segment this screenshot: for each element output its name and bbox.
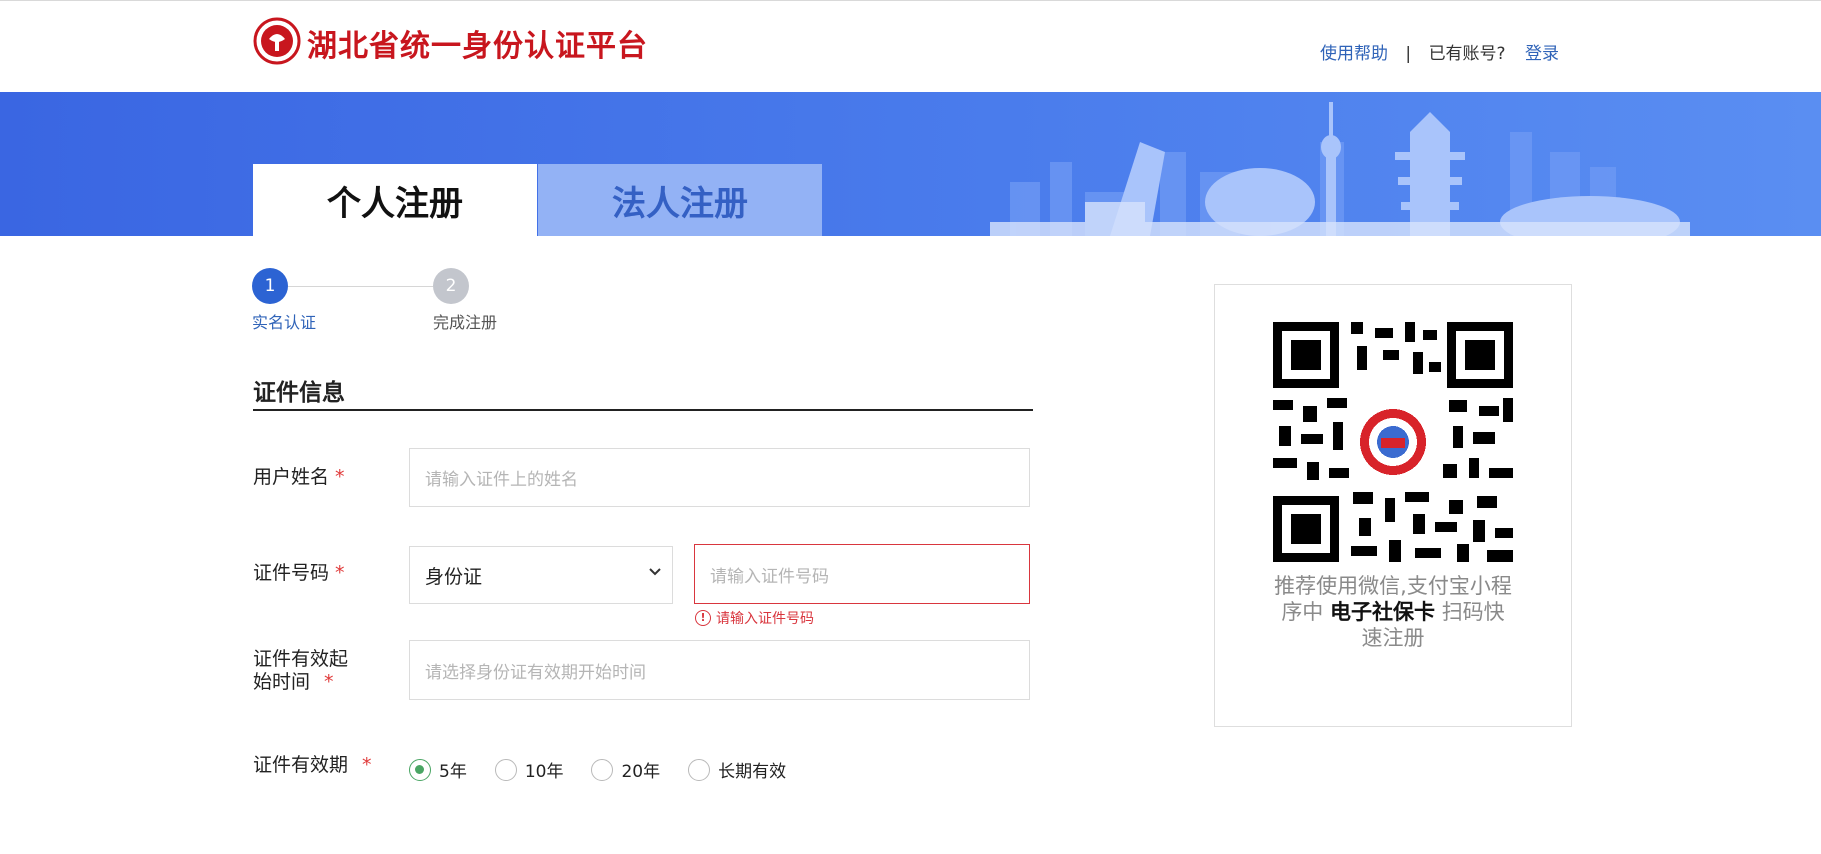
validity-option-5y[interactable]: 5年 <box>409 757 467 782</box>
document-type-select[interactable]: 身份证 <box>409 546 673 604</box>
valid-start-date-input[interactable]: 请选择身份证有效期开始时间 <box>409 640 1030 700</box>
id-number-label-text: 证件号码 <box>253 562 330 584</box>
validity-option-label: 长期有效 <box>718 762 787 782</box>
tab-personal-registration[interactable]: 个人注册 <box>253 164 537 236</box>
platform-title: 湖北省统一身份认证平台 <box>307 29 648 64</box>
site-header: 湖北省统一身份认证平台 使用帮助 | 已有账号? 登录 <box>0 1 1821 92</box>
validity-radio-group: 5年 10年 20年 长期有效 <box>409 757 814 782</box>
header-links: 使用帮助 | 已有账号? 登录 <box>1320 39 1559 64</box>
id-number-input[interactable]: 请输入证件号码 <box>694 544 1030 604</box>
radio-unchecked-icon[interactable] <box>688 758 711 781</box>
radio-unchecked-icon[interactable] <box>591 758 614 781</box>
step-2-indicator: 2 <box>433 268 469 304</box>
name-label-text: 用户姓名 <box>253 466 330 488</box>
name-input[interactable]: 请输入证件上的姓名 <box>409 448 1030 507</box>
valid-start-placeholder: 请选择身份证有效期开始时间 <box>425 662 646 683</box>
validity-label: 证件有效期 * <box>253 754 372 777</box>
section-divider <box>253 409 1033 411</box>
step-2-label: 完成注册 <box>433 313 498 332</box>
qr-caption-highlight: 电子社保卡 <box>1330 600 1435 624</box>
id-number-error: ! 请输入证件号码 <box>695 608 814 628</box>
qr-code-icon <box>1273 322 1513 562</box>
validity-option-label: 5年 <box>439 762 467 782</box>
step-1-label: 实名认证 <box>252 313 317 332</box>
step-1-indicator: 1 <box>252 268 288 304</box>
qr-register-panel: 推荐使用微信,支付宝小程序中 电子社保卡 扫码快速注册 <box>1214 284 1572 727</box>
section-title: 证件信息 <box>253 380 345 406</box>
validity-option-label: 10年 <box>524 762 564 782</box>
required-marker: * <box>335 466 345 488</box>
id-number-error-text: 请输入证件号码 <box>716 611 814 627</box>
required-marker: * <box>324 671 334 693</box>
radio-checked-icon[interactable] <box>409 758 431 781</box>
name-input-placeholder: 请输入证件上的姓名 <box>425 470 578 490</box>
validity-option-10y[interactable]: 10年 <box>494 757 564 782</box>
name-label: 用户姓名 * <box>253 466 345 489</box>
validity-label-text: 证件有效期 <box>253 754 349 776</box>
validity-option-permanent[interactable]: 长期有效 <box>688 757 786 782</box>
header-separator: | <box>1405 44 1412 64</box>
tab-legal-entity-registration[interactable]: 法人注册 <box>538 164 822 236</box>
id-number-label: 证件号码 * <box>253 562 345 585</box>
help-link[interactable]: 使用帮助 <box>1320 44 1388 64</box>
qr-caption: 推荐使用微信,支付宝小程序中 电子社保卡 扫码快速注册 <box>1273 573 1513 651</box>
valid-start-label: 证件有效起 始时间 * <box>253 648 348 694</box>
document-type-value: 身份证 <box>425 565 483 588</box>
required-marker: * <box>335 562 345 584</box>
validity-option-label: 20年 <box>621 762 661 782</box>
valid-start-label-line1: 证件有效起 <box>253 648 349 670</box>
login-link[interactable]: 登录 <box>1525 44 1559 64</box>
platform-logo-icon <box>253 17 301 65</box>
id-number-placeholder: 请输入证件号码 <box>710 566 829 587</box>
chevron-down-icon <box>649 568 661 576</box>
required-marker: * <box>362 754 372 776</box>
radio-unchecked-icon[interactable] <box>494 758 517 781</box>
step-connector <box>288 286 433 287</box>
validity-option-20y[interactable]: 20年 <box>591 757 660 782</box>
error-icon: ! <box>695 610 711 626</box>
valid-start-label-line2: 始时间 <box>253 671 311 693</box>
have-account-text: 已有账号? <box>1428 44 1506 64</box>
city-skyline-illustration <box>990 102 1690 236</box>
